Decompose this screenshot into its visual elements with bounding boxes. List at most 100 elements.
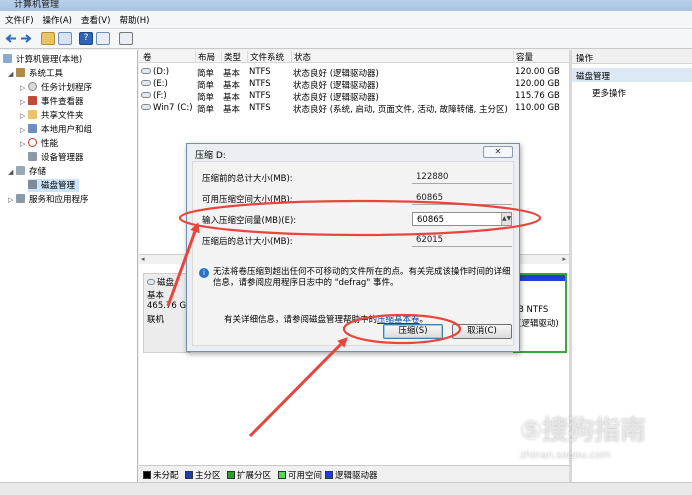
legend-item: 扩展分区 — [227, 469, 271, 481]
spinner-arrows-icon[interactable]: ▲▼ — [501, 213, 511, 225]
tree-item-disk-management[interactable]: 磁盘管理 — [28, 179, 80, 192]
disk-view-icon[interactable] — [119, 32, 133, 45]
volume-table-header: 卷 布局 类型 文件系统 状态 容量 — [139, 50, 569, 63]
volume-icon — [141, 80, 151, 86]
menu-view[interactable]: 查看(V) — [76, 11, 114, 26]
tree-item-event-viewer[interactable]: ▷ 事件查看器 — [20, 95, 84, 108]
dialog-title: 压缩 D: — [195, 151, 226, 161]
menu-help[interactable]: 帮助(H) — [114, 11, 153, 26]
menu-bar: 文件(F) 操作(A) 查看(V) 帮助(H) — [0, 11, 692, 29]
fs-cell: NTFS — [249, 103, 271, 113]
dialog-body: 压缩前的总计大小(MB): 122880 可用压缩空间大小(MB): 60865… — [192, 161, 514, 346]
up-folder-icon[interactable] — [41, 32, 55, 45]
partition-bar — [515, 275, 565, 281]
table-row[interactable]: (F:) 简单 基本 NTFS 状态良好 (逻辑驱动器) 115.76 GB — [139, 90, 569, 103]
volume-name: (D:) — [153, 67, 170, 77]
fs-cell: NTFS — [249, 67, 271, 77]
field-value: 60865 — [412, 191, 512, 205]
menu-action[interactable]: 操作(A) — [38, 11, 76, 26]
properties-icon[interactable] — [96, 32, 110, 45]
info-note: i 无法将卷压缩到超出任何不可移动的文件所在的点。有关完成该操作时间的详细信息，… — [199, 267, 513, 289]
capacity-cell: 120.00 GB — [515, 67, 560, 77]
collapse-icon[interactable]: ▷ — [20, 98, 28, 106]
collapse-icon[interactable]: ▷ — [20, 84, 28, 92]
scroll-left-icon[interactable]: ◂ — [141, 255, 145, 263]
performance-icon — [28, 138, 37, 147]
col-status[interactable]: 状态 — [291, 51, 311, 63]
table-row[interactable]: (D:) 简单 基本 NTFS 状态良好 (逻辑驱动器) 120.00 GB — [139, 66, 569, 79]
expand-icon[interactable]: ◢ — [8, 168, 16, 176]
partition-fs: B NTFS — [518, 305, 549, 315]
tree-label: 性能 — [41, 139, 59, 149]
field-total-before: 压缩前的总计大小(MB): 122880 — [202, 170, 512, 184]
field-label: 压缩前的总计大小(MB): — [202, 174, 293, 184]
volume-name: (E:) — [153, 79, 168, 89]
tree-item-shared-folders[interactable]: ▷ 共享文件夹 — [20, 109, 84, 122]
fs-cell: NTFS — [249, 79, 271, 89]
table-row[interactable]: Win7 (C:) 简单 基本 NTFS 状态良好 (系统, 启动, 页面文件,… — [139, 102, 569, 115]
collapse-icon[interactable]: ▷ — [20, 126, 28, 134]
shrink-amount-input[interactable]: 60865 ▲▼ — [412, 212, 512, 226]
scroll-right-icon[interactable]: ▸ — [562, 255, 566, 263]
tree-item-device-manager[interactable]: 设备管理器 — [28, 151, 84, 164]
event-viewer-icon — [28, 96, 37, 105]
col-capacity[interactable]: 容量 — [513, 51, 533, 63]
table-row[interactable]: (E:) 简单 基本 NTFS 状态良好 (逻辑驱动器) 120.00 GB — [139, 78, 569, 91]
actions-section-disk-management[interactable]: 磁盘管理 — [572, 68, 692, 82]
forward-icon[interactable] — [19, 32, 33, 45]
help-icon[interactable]: ? — [79, 32, 93, 45]
partition-status: (逻辑驱动) — [518, 319, 559, 329]
legend-item: 可用空间 — [278, 469, 322, 481]
partition-block[interactable]: B NTFS (逻辑驱动) — [513, 273, 567, 353]
legend-item: 逻辑驱动器 — [325, 469, 378, 481]
tools-icon — [16, 68, 25, 77]
title-bar: 计算机管理 — [0, 0, 692, 11]
close-icon[interactable]: ✕ — [483, 146, 513, 158]
tree-item-storage[interactable]: ◢ 存储 — [8, 165, 46, 178]
col-layout[interactable]: 布局 — [195, 51, 215, 63]
capacity-cell: 110.00 GB — [515, 103, 560, 113]
tree-item-task-scheduler[interactable]: ▷ 任务计划程序 — [20, 81, 92, 94]
back-icon[interactable] — [4, 32, 18, 45]
col-type[interactable]: 类型 — [221, 51, 241, 63]
legend-swatch — [227, 471, 235, 479]
tree-item-performance[interactable]: ▷ 性能 — [20, 137, 58, 150]
tree-label: 设备管理器 — [41, 153, 84, 163]
legend-swatch — [278, 471, 286, 479]
field-shrink-amount: 输入压缩空间量(MB)(E): 60865 ▲▼ — [202, 212, 512, 226]
disk-label-block[interactable]: 磁盘 基本 465.76 GB 联机 — [143, 273, 192, 353]
collapse-icon[interactable]: ▷ — [8, 196, 16, 204]
collapse-icon[interactable]: ▷ — [20, 140, 28, 148]
tree-item-system-tools[interactable]: ◢ 系统工具 — [8, 67, 63, 80]
toolbar: ? — [0, 29, 692, 49]
tree-label: 本地用户和组 — [41, 125, 93, 135]
legend-item: 未分配 — [143, 469, 179, 481]
volume-icon — [141, 68, 151, 74]
disk-label: 磁盘 — [157, 278, 175, 288]
shrink-button[interactable]: 压缩(S) — [383, 324, 443, 339]
field-label: 可用压缩空间大小(MB): — [202, 195, 293, 205]
disk-type: 基本 — [147, 291, 165, 301]
more-actions-link[interactable]: 更多操作 — [592, 87, 626, 99]
tree-item-services[interactable]: ▷ 服务和应用程序 — [8, 193, 89, 206]
field-label: 压缩后的总计大小(MB): — [202, 237, 293, 247]
menu-file[interactable]: 文件(F) — [0, 11, 38, 26]
capacity-cell: 115.76 GB — [515, 91, 560, 101]
show-hide-tree-icon[interactable] — [58, 32, 72, 45]
tree-label: 任务计划程序 — [41, 83, 93, 93]
tree-item-local-users[interactable]: ▷ 本地用户和组 — [20, 123, 92, 136]
cancel-button[interactable]: 取消(C) — [452, 324, 512, 339]
volume-name: (F:) — [153, 91, 167, 101]
actions-pane: 操作 磁盘管理 更多操作 — [572, 50, 692, 482]
tree-label: 计算机管理(本地) — [16, 55, 83, 65]
help-info-text: 有关详细信息，请参阅磁盘管理帮助中的 — [224, 315, 378, 325]
col-fs[interactable]: 文件系统 — [247, 51, 284, 63]
tree-item-root[interactable]: 计算机管理(本地) — [3, 53, 82, 66]
disk-icon — [147, 279, 155, 285]
collapse-icon[interactable]: ▷ — [20, 112, 28, 120]
type-cell: 基本 — [223, 105, 241, 115]
col-volume[interactable]: 卷 — [141, 51, 152, 63]
tree-label: 共享文件夹 — [41, 111, 84, 121]
expand-icon[interactable]: ◢ — [8, 70, 16, 78]
services-icon — [16, 194, 25, 203]
